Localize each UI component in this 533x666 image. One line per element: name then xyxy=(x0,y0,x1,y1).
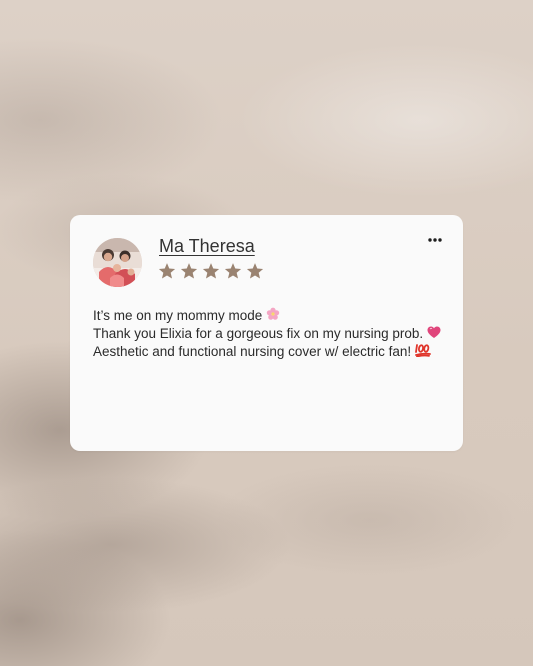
star-icon xyxy=(202,263,220,279)
star-rating xyxy=(158,262,264,280)
review-line-2: Thank you Elixia for a gorgeous fix on m… xyxy=(93,325,453,343)
pink-heart-icon xyxy=(427,326,441,343)
review-card: Ma Theresa It’s me on my mommy mode Than… xyxy=(70,215,463,451)
more-options-button[interactable] xyxy=(426,233,444,247)
more-options-icon xyxy=(428,238,442,242)
review-text: It’s me on my mommy mode Thank you Elixi… xyxy=(93,307,453,361)
review-line-1: It’s me on my mommy mode xyxy=(93,307,453,325)
star-icon xyxy=(158,263,176,279)
star-icon xyxy=(246,263,264,279)
star-icon xyxy=(224,263,242,279)
hundred-points-icon xyxy=(415,343,432,361)
reviewer-avatar[interactable] xyxy=(93,238,142,287)
family-photo-avatar-icon xyxy=(93,238,142,287)
review-line-3: Aesthetic and functional nursing cover w… xyxy=(93,343,453,361)
reviewer-name[interactable]: Ma Theresa xyxy=(159,236,255,257)
star-icon xyxy=(180,263,198,279)
cherry-blossom-icon xyxy=(266,307,280,325)
